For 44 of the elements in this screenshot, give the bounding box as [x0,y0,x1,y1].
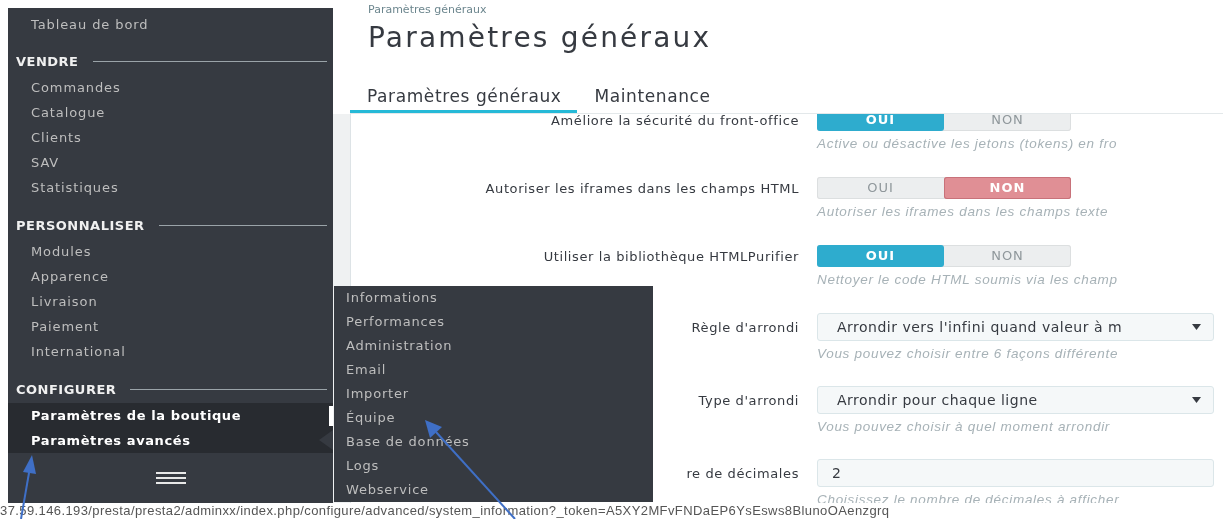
field-label: Améliore la sécurité du front-office [550,114,799,130]
field-label: Règle d'arrondi [690,318,799,337]
section-heading: CONFIGURER [16,381,117,397]
sidebar-item[interactable]: Apparence [8,264,333,290]
help-text: Vous pouvez choisir entre 6 façons différente [817,345,1120,363]
menu-icon[interactable] [155,472,186,485]
section-heading: VENDRE [16,53,79,69]
section-heading: PERSONNALISER [16,217,145,233]
menu-item[interactable]: Informations [346,286,438,310]
sidebar-item[interactable]: SAV [8,150,333,176]
menu-item[interactable]: Administration [346,334,453,358]
sidebar-item[interactable]: Statistiques [8,175,333,201]
help-text: Active ou désactive les jetons (tokens) en fro [817,135,1119,153]
input-field[interactable]: 2 [817,459,1214,487]
caret-icon [1192,397,1201,403]
menu-item[interactable]: Équipe [346,406,396,430]
sidebar-item[interactable]: Paiement [8,314,333,340]
breadcrumb[interactable]: Paramètres généraux [368,0,1223,20]
field-label: re de décimales [685,464,799,483]
page-title: Paramètres généraux [368,20,713,56]
menu-item[interactable]: Webservice [346,478,429,502]
sidebar-item[interactable]: International [8,339,333,365]
field-label: Type d'arrondi [697,391,799,410]
field-label: Autoriser les iframes dans les champs HTML [484,179,799,198]
sidebar-item[interactable]: Paramètres de la boutique [8,403,333,429]
sidebar-item[interactable]: Tableau de bord [8,11,333,37]
sidebar-item[interactable]: Livraison [8,289,333,315]
help-text: Vous pouvez choisir à quel moment arrondir [817,418,1112,436]
sidebar-item[interactable]: Catalogue [8,100,333,126]
dropdown[interactable]: Arrondir vers l'infini quand valeur à m [817,313,1214,341]
menu-item[interactable]: Email [346,358,387,382]
sidebar-item[interactable]: Paramètres avancés [8,428,333,454]
dropdown[interactable]: Arrondir pour chaque ligne [817,386,1214,414]
menu-item[interactable]: Importer [346,382,409,406]
menu-item[interactable]: Performances [346,310,445,334]
menu-item[interactable]: Logs [346,454,380,478]
tab[interactable]: Maintenance [577,82,727,113]
sidebar-item[interactable]: Clients [8,125,333,151]
caret-icon [1192,324,1201,330]
help-text: Autoriser les iframes dans les champs texte [817,203,1110,221]
sidebar-item[interactable]: Modules [8,239,333,265]
sidebar-item[interactable]: Commandes [8,75,333,101]
help-text: Nettoyer le code HTML soumis via les champ [817,271,1119,289]
field-label: Utiliser la bibliothèque HTMLPurifier [542,247,799,266]
